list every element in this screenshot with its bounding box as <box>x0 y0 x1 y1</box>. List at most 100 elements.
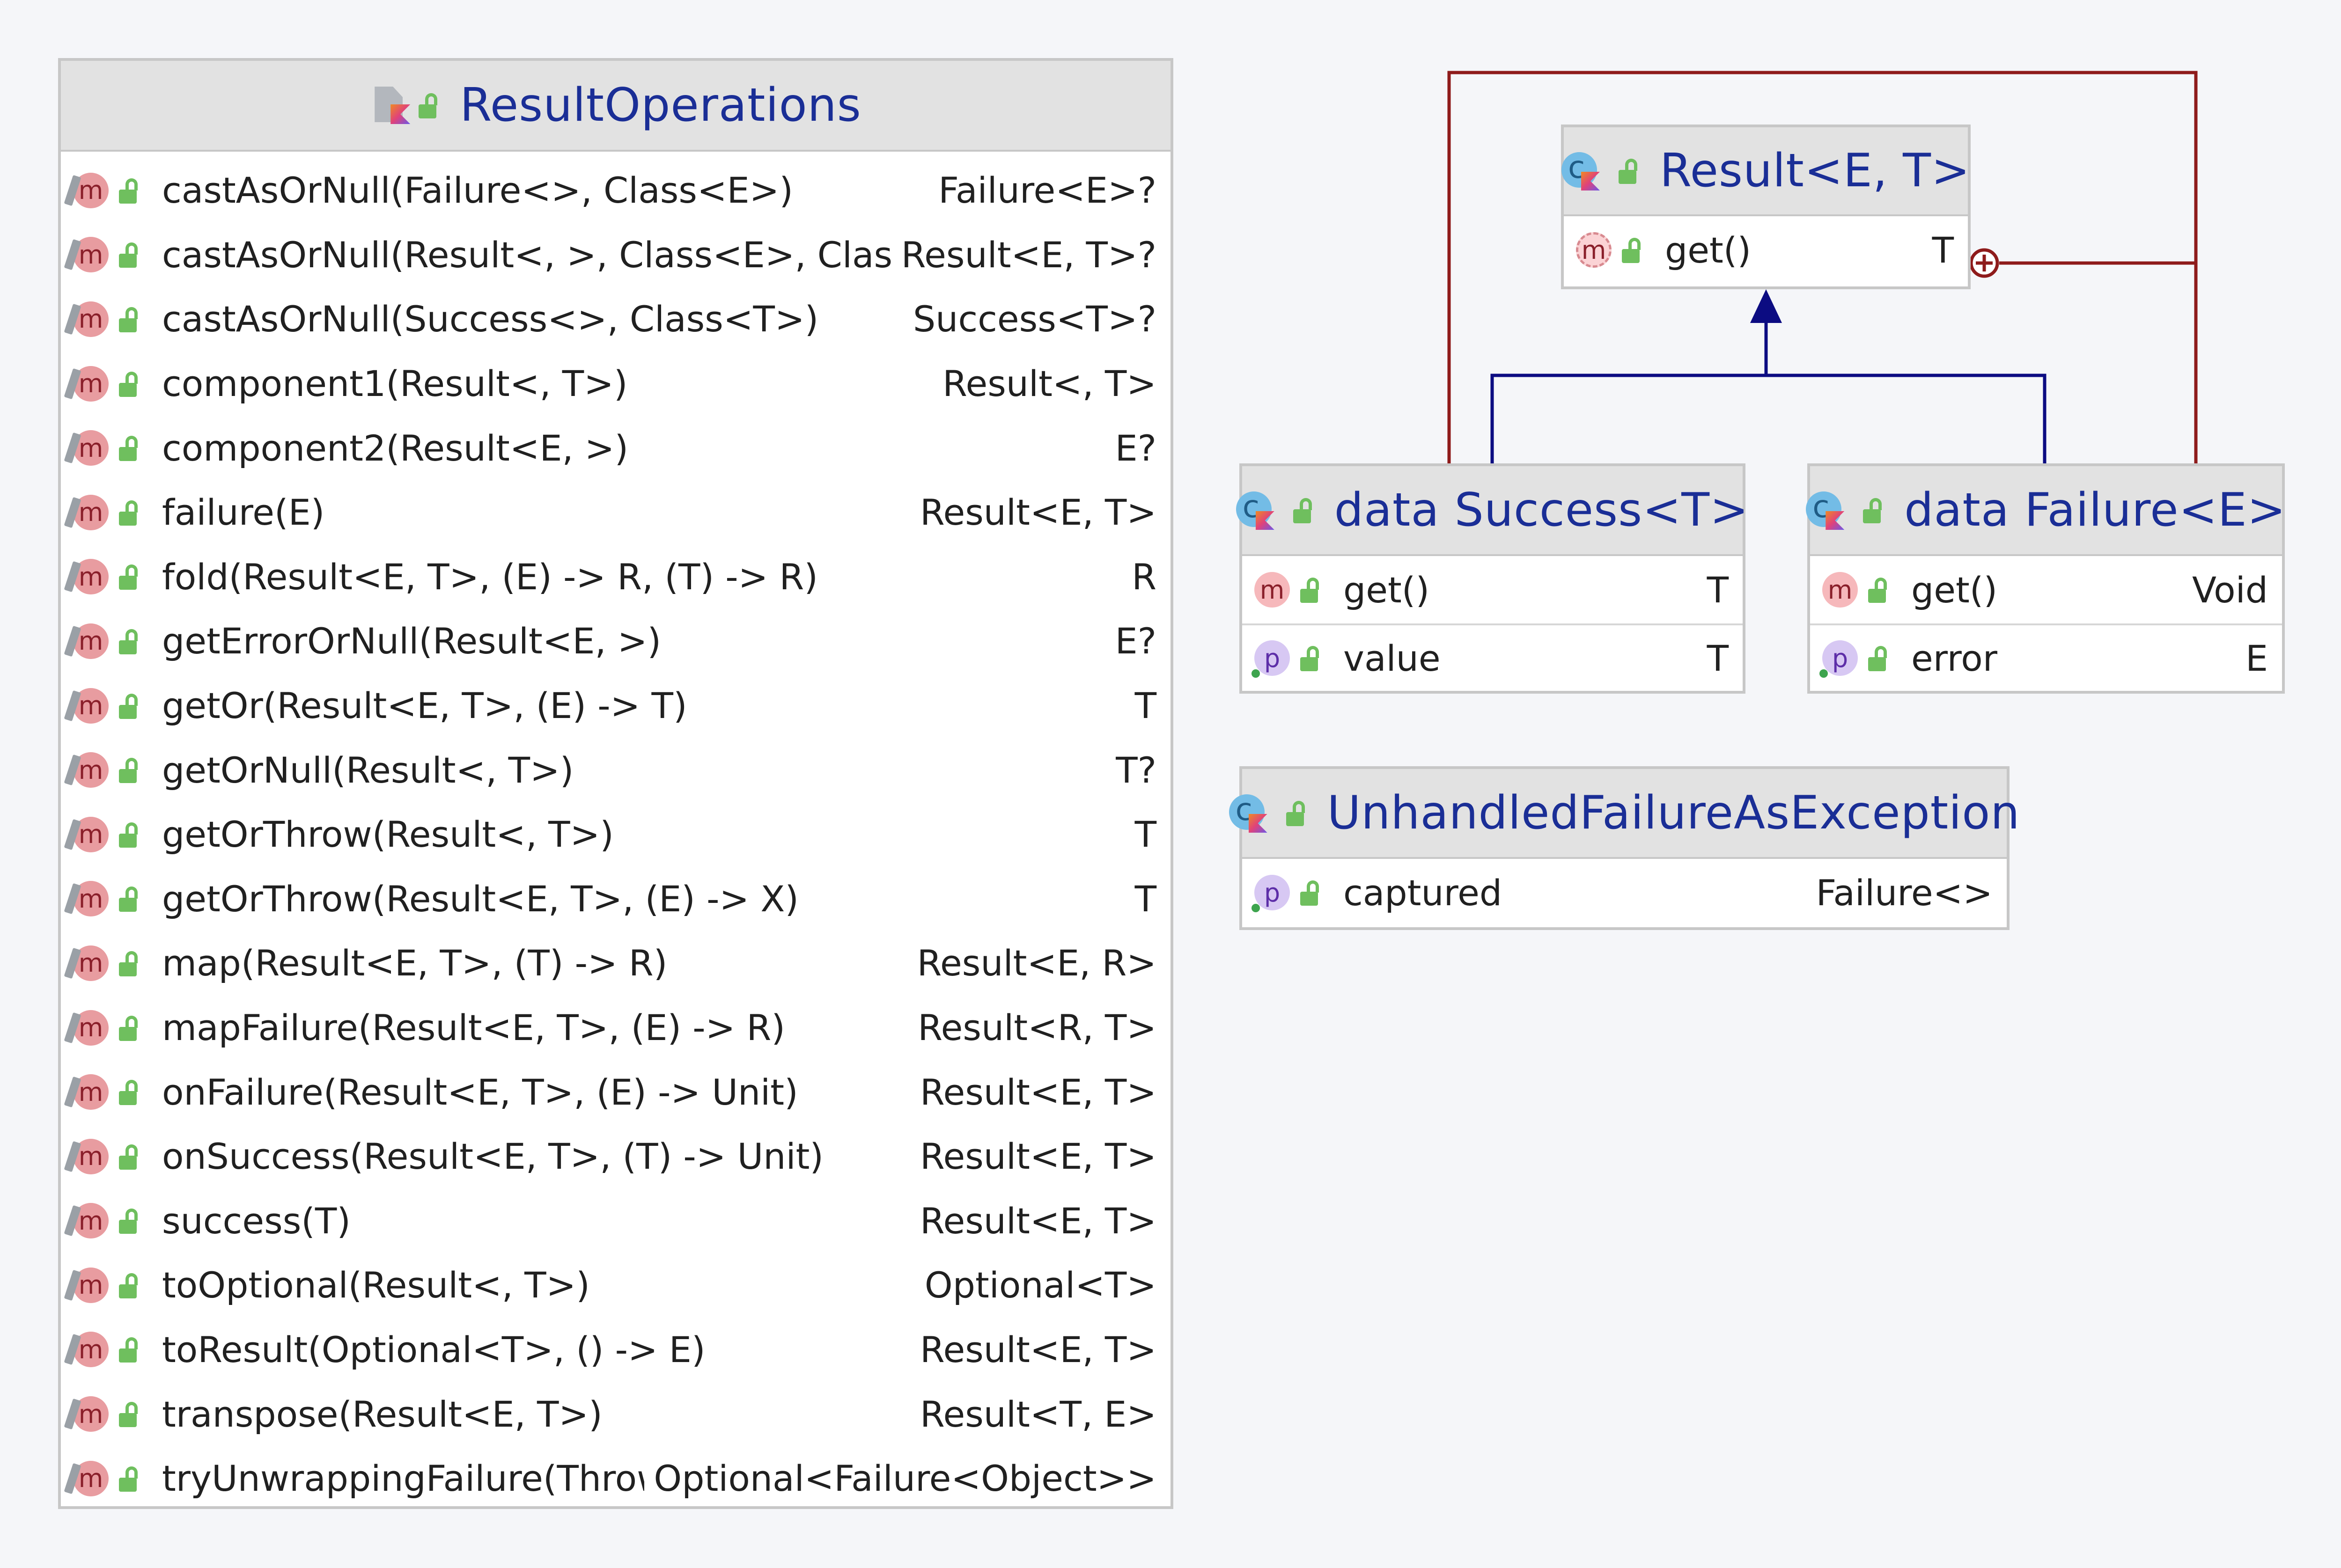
member-type: Void <box>2192 569 2268 611</box>
member-type: Result<E, T>? <box>901 234 1156 276</box>
public-lock-icon <box>119 564 141 590</box>
member-list: m castAsOrNull(Failure<>, Class<E>) Failur… <box>61 152 1170 1510</box>
static-method-icon: m <box>64 1203 109 1239</box>
member-row[interactable]: m castAsOrNull(Success<>, Class<T>) Succes… <box>61 287 1170 352</box>
member-row[interactable]: m toOptional(Result<, T>) Optional<T> <box>61 1253 1170 1318</box>
static-method-icon: m <box>64 1396 109 1432</box>
abstract-class-icon <box>1561 149 1600 191</box>
member-row[interactable]: m component2(Result<E, >) E? <box>61 416 1170 480</box>
static-method-icon: m <box>64 366 109 402</box>
member-signature: getErrorOrNull(Result<E, >) <box>162 620 662 662</box>
public-lock-icon <box>119 628 141 654</box>
member-signature: onFailure(Result<E, T>, (E) -> Unit) <box>162 1071 798 1113</box>
class-result-operations[interactable]: ResultOperations m castAsOrNull(Failure<>… <box>58 58 1173 1509</box>
member-row[interactable]: p value T <box>1242 623 1743 691</box>
public-lock-icon <box>119 1143 141 1170</box>
member-signature: toOptional(Result<, T>) <box>162 1264 590 1306</box>
member-row[interactable]: m get() T <box>1564 216 1968 284</box>
public-lock-icon <box>119 1465 141 1492</box>
member-signature: component2(Result<E, >) <box>162 427 629 469</box>
class-title: ResultOperations <box>460 79 861 132</box>
member-row[interactable]: m onFailure(Result<E, T>, (E) -> Unit) Res… <box>61 1060 1170 1124</box>
member-row[interactable]: m get() Void <box>1810 556 2282 623</box>
static-method-icon: m <box>64 752 109 788</box>
member-signature: error <box>1911 637 1997 679</box>
member-signature: get() <box>1911 569 1998 611</box>
static-method-icon: m <box>64 494 109 530</box>
method-icon: m <box>1254 572 1290 608</box>
public-lock-icon <box>119 693 141 719</box>
member-row[interactable]: m getErrorOrNull(Result<E, >) E? <box>61 609 1170 674</box>
member-row[interactable]: m transpose(Result<E, T>) Result<T, E> <box>61 1382 1170 1446</box>
member-type: T <box>1134 878 1156 920</box>
class-unhandled-failure-as-exception[interactable]: UnhandledFailureAsException p captured Fai… <box>1229 766 2019 930</box>
member-row[interactable]: m onSuccess(Result<E, T>, (T) -> Unit) Res… <box>61 1124 1170 1189</box>
public-lock-icon <box>119 177 141 204</box>
inheritance-arrowhead-icon <box>1750 289 1782 323</box>
member-row[interactable]: m toResult(Optional<T>, () -> E) Result<E,… <box>61 1318 1170 1382</box>
static-method-icon: m <box>64 1332 109 1368</box>
class-title: data Failure<E> <box>1904 484 2286 537</box>
member-row[interactable]: m success(T) Result<E, T> <box>61 1189 1170 1253</box>
member-signature: toResult(Optional<T>, () -> E) <box>162 1328 706 1370</box>
public-lock-icon <box>1300 577 1323 603</box>
member-row[interactable]: m getOrThrow(Result<E, T>, (E) -> X) T <box>61 867 1170 931</box>
member-row[interactable]: p error E <box>1810 623 2282 691</box>
member-row[interactable]: m getOrThrow(Result<, T>) T <box>61 802 1170 867</box>
property-icon: p <box>1819 640 1858 678</box>
member-row[interactable]: m get() T <box>1242 556 1743 623</box>
member-list: m get() T <box>1564 216 1968 284</box>
member-signature: castAsOrNull(Result<, >, Class<E>, Class… <box>162 234 892 276</box>
member-type: Failure<E>? <box>938 169 1156 212</box>
member-row[interactable]: m getOr(Result<E, T>, (E) -> T) T <box>61 674 1170 738</box>
static-method-icon: m <box>64 1138 109 1174</box>
member-row[interactable]: m castAsOrNull(Failure<>, Class<E>) Failur… <box>61 158 1170 223</box>
class-success[interactable]: data Success<T> m get() Tp value T <box>1236 463 1748 694</box>
member-row[interactable]: p captured Failure<> <box>1242 859 2007 926</box>
member-row[interactable]: m tryUnwrappingFailure(Throwable)Optional… <box>61 1446 1170 1511</box>
member-row[interactable]: m map(Result<E, T>, (T) -> R) Result<E, R> <box>61 931 1170 996</box>
member-row[interactable]: m getOrNull(Result<, T>) T? <box>61 738 1170 802</box>
class-header: data Success<T> <box>1236 466 1748 556</box>
public-lock-icon <box>119 1079 141 1106</box>
member-signature: failure(E) <box>162 491 325 534</box>
member-type: T <box>1134 685 1156 727</box>
member-type: E <box>2245 637 2268 679</box>
public-lock-icon <box>119 1272 141 1298</box>
member-type: Result<E, T> <box>920 1071 1156 1113</box>
member-signature: value <box>1343 637 1441 679</box>
member-type: T? <box>1116 749 1156 791</box>
class-icon <box>1806 489 1845 530</box>
member-row[interactable]: m castAsOrNull(Result<, >, Class<E>, Clas… <box>61 223 1170 287</box>
property-icon: p <box>1251 875 1290 912</box>
member-type: Result<E, T> <box>920 1328 1156 1370</box>
static-method-icon: m <box>64 559 109 595</box>
static-method-icon: m <box>64 430 109 466</box>
public-lock-icon <box>419 92 441 118</box>
public-lock-icon <box>1618 158 1641 184</box>
member-row[interactable]: m component1(Result<, T>) Result<, T> <box>61 352 1170 416</box>
public-lock-icon <box>1622 237 1644 263</box>
member-type: Result<E, T> <box>920 491 1156 534</box>
member-type: Failure<> <box>1816 872 1993 914</box>
kotlin-file-icon <box>370 87 412 124</box>
class-title: data Success<T> <box>1334 484 1749 537</box>
public-lock-icon <box>119 1336 141 1363</box>
member-row[interactable]: m failure(E) Result<E, T> <box>61 480 1170 545</box>
member-list: m get() Void p error E <box>1810 556 2282 691</box>
static-method-icon: m <box>64 1460 109 1496</box>
member-signature: getOr(Result<E, T>, (E) -> T) <box>162 685 687 727</box>
member-row[interactable]: m mapFailure(Result<E, T>, (E) -> R) Resul… <box>61 996 1170 1060</box>
class-result[interactable]: Result<E, T> m get() T <box>1561 125 1971 289</box>
class-failure[interactable]: data Failure<E> m get() Void p error E <box>1806 463 2286 694</box>
member-row[interactable]: m fold(Result<E, T>, (E) -> R, (T) -> R) R <box>61 545 1170 609</box>
member-type: T <box>1932 229 1954 271</box>
member-signature: transpose(Result<E, T>) <box>162 1393 603 1435</box>
member-type: T <box>1134 813 1156 856</box>
member-type: Result<T, E> <box>920 1393 1156 1435</box>
class-header: ResultOperations <box>61 61 1170 152</box>
class-title: Result<E, T> <box>1659 144 1971 198</box>
method-icon: m <box>1576 232 1612 268</box>
member-type: Result<E, R> <box>917 942 1156 984</box>
public-lock-icon <box>1863 497 1885 523</box>
